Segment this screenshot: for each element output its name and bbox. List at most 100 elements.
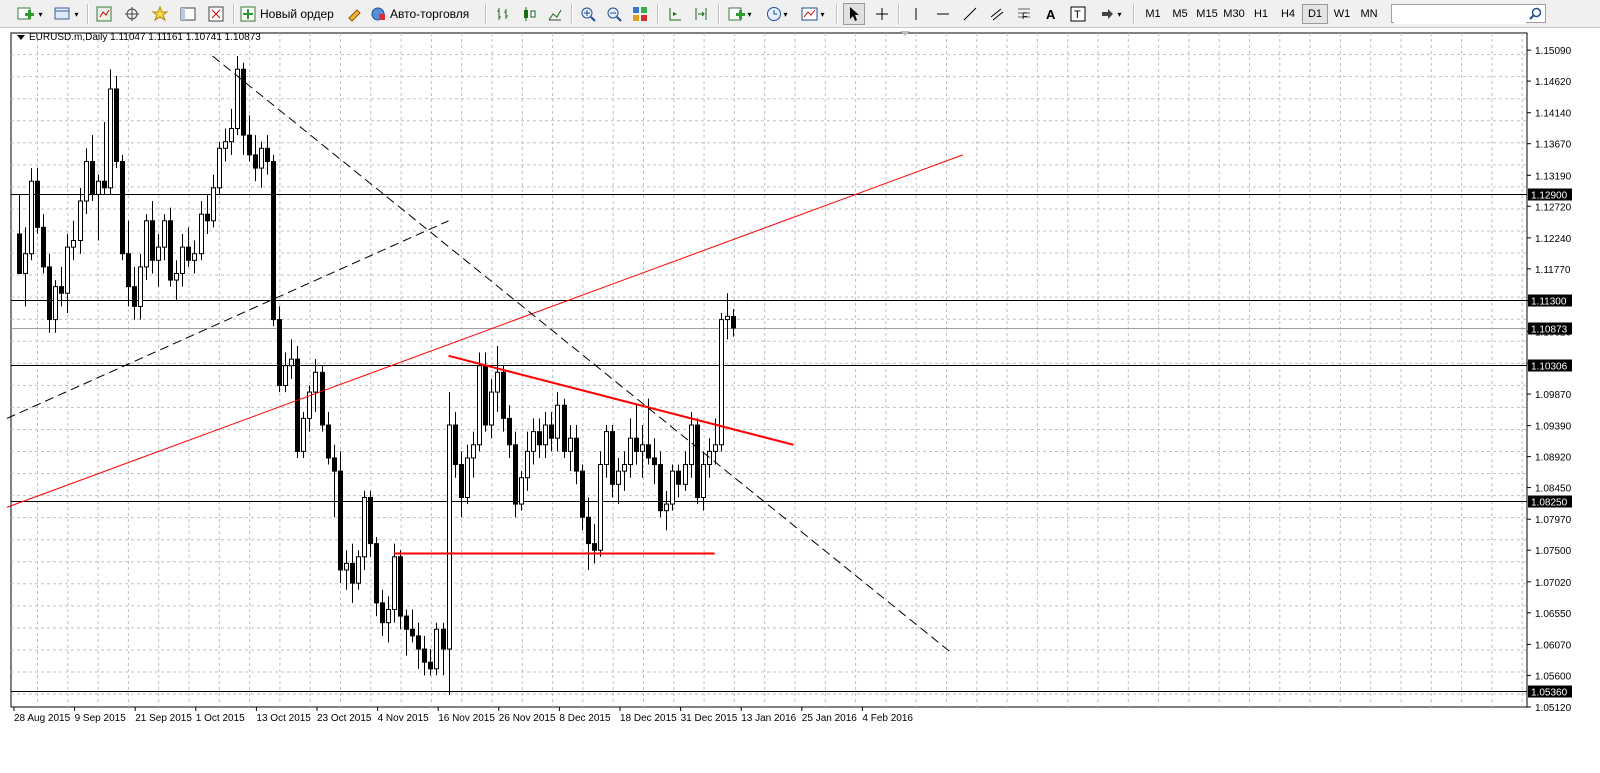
profiles-button[interactable]: ▾ xyxy=(52,3,80,25)
text-tool-button[interactable]: A xyxy=(1040,3,1062,25)
timeframe-m1[interactable]: M1 xyxy=(1140,4,1166,24)
candle-bear xyxy=(562,404,567,452)
candle-bear xyxy=(537,431,542,446)
candle-bear xyxy=(114,88,119,162)
candle-bull xyxy=(29,180,34,255)
auto-scroll-button[interactable] xyxy=(664,3,686,25)
candle-bull xyxy=(229,128,234,143)
tile-windows-button[interactable] xyxy=(629,3,651,25)
navigator-button[interactable] xyxy=(149,3,171,25)
auto-trading-icon xyxy=(371,7,385,21)
pen-icon xyxy=(348,9,361,22)
indicators-icon xyxy=(728,7,746,21)
text-label-icon: T xyxy=(1070,6,1086,22)
price-tick-label: 1.07970 xyxy=(1535,515,1572,526)
candle-bear xyxy=(652,457,657,466)
candle-bear xyxy=(247,134,252,156)
templates-button[interactable]: ▾ xyxy=(798,3,828,25)
chart-window[interactable]: 1.15090 1.14620 1.14140 1.13670 1.13190 1.127… xyxy=(0,28,1600,773)
candle-bull xyxy=(283,365,288,386)
market-watch-button[interactable] xyxy=(93,3,115,25)
candle-bull xyxy=(84,160,89,202)
candle-bull xyxy=(628,437,633,466)
candle-bull xyxy=(616,470,621,485)
price-tick-label: 1.14620 xyxy=(1535,77,1572,88)
candle-bull xyxy=(180,246,185,274)
indicators-button[interactable]: ▾ xyxy=(725,3,755,25)
channel-button[interactable] xyxy=(986,3,1008,25)
timeframe-m15[interactable]: M15 xyxy=(1194,4,1220,24)
price-tick-label: 1.07020 xyxy=(1535,578,1572,589)
candle-bear xyxy=(507,417,512,446)
periods-button[interactable]: ▾ xyxy=(762,3,792,25)
candle-bull xyxy=(471,444,476,459)
candle-bear xyxy=(428,661,433,670)
bar-chart-button[interactable] xyxy=(492,3,514,25)
new-order-button[interactable]: Новый ордер xyxy=(240,3,340,25)
candle-bull xyxy=(683,464,688,485)
candle-bear xyxy=(350,562,355,584)
level-price-label: 1.12900 xyxy=(1531,191,1568,202)
fibonacci-icon: F xyxy=(1018,8,1030,21)
timeframe-w1[interactable]: W1 xyxy=(1329,4,1355,24)
pen-button[interactable] xyxy=(344,3,366,25)
line-chart-button[interactable] xyxy=(544,3,566,25)
zoom-out-button[interactable] xyxy=(603,3,625,25)
price-tick-label: 1.05600 xyxy=(1535,671,1572,682)
zoom-in-button[interactable] xyxy=(577,3,599,25)
candle-bear xyxy=(150,220,155,261)
candle-bull xyxy=(670,470,675,505)
candle-bull xyxy=(598,464,603,551)
timeframe-m30[interactable]: M30 xyxy=(1221,4,1247,24)
candle-bear xyxy=(368,496,373,545)
horizontal-line-button[interactable] xyxy=(932,3,954,25)
candle-bear xyxy=(398,556,403,617)
candle-chart-button[interactable] xyxy=(518,3,540,25)
timeframe-h4[interactable]: H4 xyxy=(1275,4,1301,24)
candle-bear xyxy=(120,160,125,255)
search-input[interactable] xyxy=(1394,6,1526,24)
date-tick-label: 26 Nov 2015 xyxy=(499,713,556,724)
cursor-icon xyxy=(850,7,859,21)
fibonacci-button[interactable]: F xyxy=(1013,3,1035,25)
candle-bull xyxy=(447,424,452,650)
price-tick-label: 1.15090 xyxy=(1535,46,1572,57)
search-icon[interactable] xyxy=(1529,7,1542,20)
candle-bull xyxy=(78,200,83,242)
candle-bull xyxy=(525,450,530,479)
strategy-tester-button[interactable] xyxy=(205,3,227,25)
candle-bear xyxy=(513,444,518,505)
arrows-button[interactable]: ▾ xyxy=(1096,3,1126,25)
timeframe-mn[interactable]: MN xyxy=(1356,4,1382,24)
auto-trading-label: Авто-торговля xyxy=(390,7,470,21)
candle-bull xyxy=(138,266,143,307)
crosshair-button[interactable] xyxy=(871,3,893,25)
candle-bear xyxy=(295,358,300,452)
candle-bull xyxy=(235,68,240,130)
candle-bull xyxy=(477,365,482,446)
text-label-button[interactable]: T xyxy=(1067,3,1089,25)
data-window-button[interactable] xyxy=(121,3,143,25)
auto-trading-button[interactable]: Авто-торговля xyxy=(370,3,482,25)
date-tick-label: 4 Feb 2016 xyxy=(862,713,913,724)
price-chart[interactable]: 1.15090 1.14620 1.14140 1.13670 1.13190 1.127… xyxy=(0,28,1600,773)
new-chart-button[interactable]: ▾ xyxy=(16,3,44,25)
chart-shift-button[interactable] xyxy=(690,3,712,25)
date-tick-label: 21 Sep 2015 xyxy=(135,713,192,724)
timeframe-d1[interactable]: D1 xyxy=(1302,4,1328,24)
timeframe-m5[interactable]: M5 xyxy=(1167,4,1193,24)
search-box[interactable] xyxy=(1391,4,1546,24)
candle-bear xyxy=(35,180,40,228)
price-tick-label: 1.12720 xyxy=(1535,202,1572,213)
trendline-button[interactable] xyxy=(959,3,981,25)
date-tick-label: 8 Dec 2015 xyxy=(559,713,611,724)
terminal-button[interactable] xyxy=(177,3,199,25)
candle-bear xyxy=(483,365,488,426)
timeframe-h1[interactable]: H1 xyxy=(1248,4,1274,24)
cursor-button[interactable] xyxy=(843,3,865,25)
tile-windows-icon xyxy=(633,7,647,21)
vertical-line-button[interactable] xyxy=(905,3,927,25)
level-price-label: 1.08250 xyxy=(1531,498,1568,509)
clock-icon xyxy=(767,7,782,21)
candle-bear xyxy=(580,470,585,518)
